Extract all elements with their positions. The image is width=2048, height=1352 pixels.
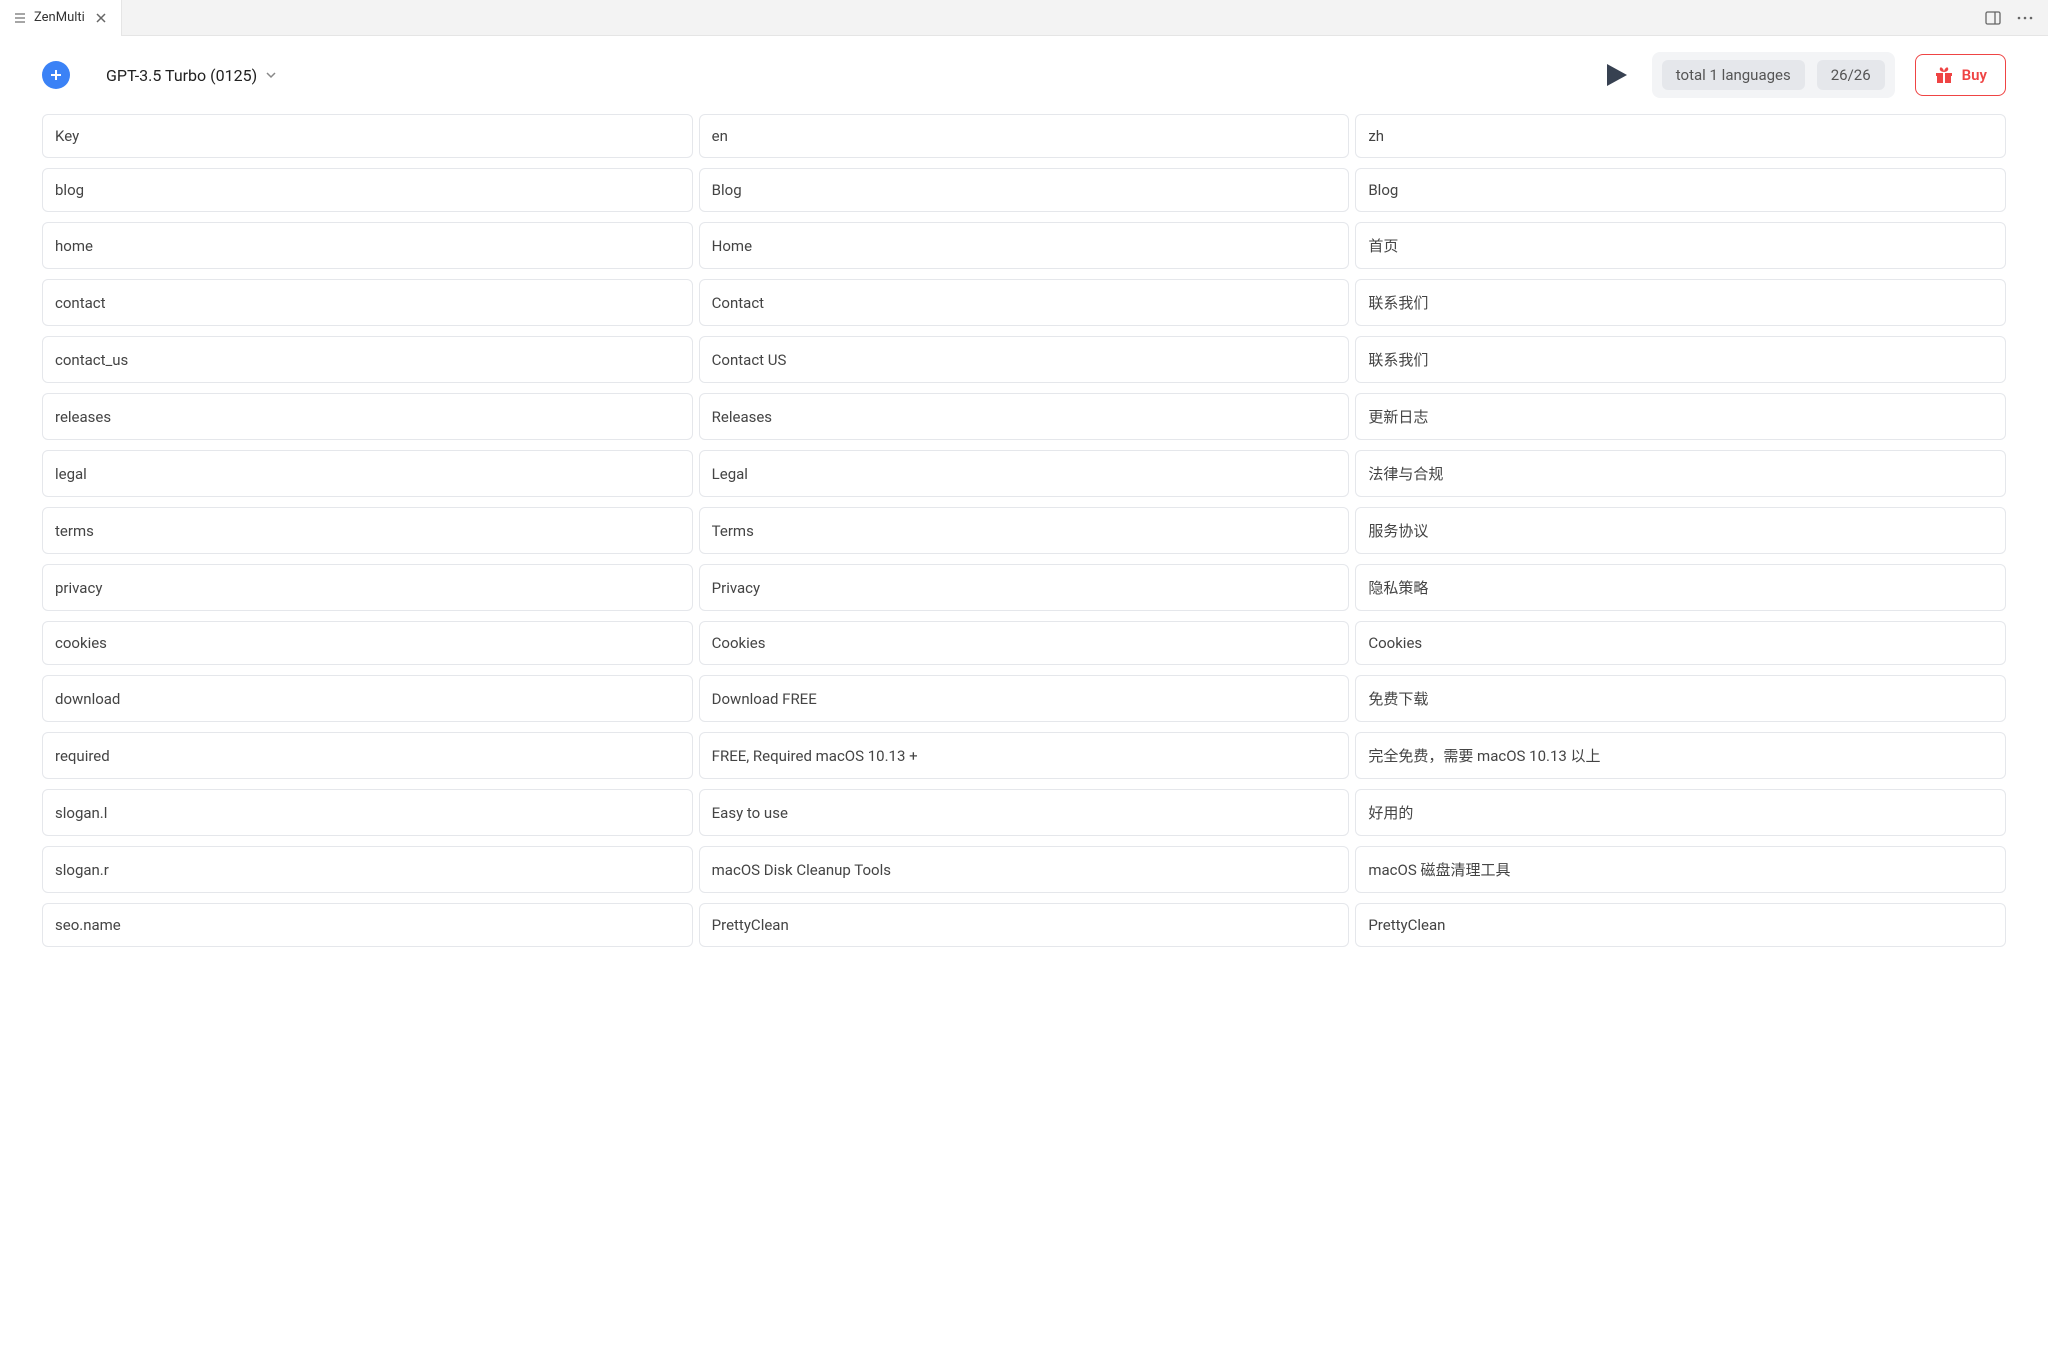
toolbar: GPT-3.5 Turbo (0125) total 1 languages 2… — [0, 36, 2048, 114]
translation-cell[interactable]: Privacy — [699, 564, 1350, 611]
column-header[interactable]: en — [699, 114, 1350, 158]
translation-cell[interactable]: 隐私策略 — [1355, 564, 2006, 611]
key-cell[interactable]: contact_us — [42, 336, 693, 383]
key-cell[interactable]: download — [42, 675, 693, 722]
close-icon[interactable] — [93, 10, 109, 26]
translation-cell[interactable]: 免费下载 — [1355, 675, 2006, 722]
add-button[interactable] — [42, 61, 70, 89]
model-selector[interactable]: GPT-3.5 Turbo (0125) — [106, 66, 279, 85]
key-cell[interactable]: releases — [42, 393, 693, 440]
translation-cell[interactable]: FREE, Required macOS 10.13 + — [699, 732, 1350, 779]
more-icon[interactable] — [2016, 9, 2034, 27]
key-cell[interactable]: slogan.l — [42, 789, 693, 836]
translation-cell[interactable]: Home — [699, 222, 1350, 269]
translation-cell[interactable]: Blog — [699, 168, 1350, 212]
translation-cell[interactable]: macOS Disk Cleanup Tools — [699, 846, 1350, 893]
translation-grid: KeyenzhblogBlogBloghomeHome首页contactCont… — [42, 114, 2006, 947]
chevron-down-icon — [265, 68, 279, 82]
translation-cell[interactable]: Legal — [699, 450, 1350, 497]
translation-cell[interactable]: 更新日志 — [1355, 393, 2006, 440]
languages-pill: total 1 languages — [1662, 60, 1805, 90]
translation-cell[interactable]: 联系我们 — [1355, 279, 2006, 326]
title-bar: ZenMulti — [0, 0, 2048, 36]
translation-cell[interactable]: Blog — [1355, 168, 2006, 212]
title-bar-actions — [1984, 9, 2048, 27]
translation-cell[interactable]: Cookies — [699, 621, 1350, 665]
key-cell[interactable]: required — [42, 732, 693, 779]
gift-icon — [1934, 65, 1954, 85]
translation-cell[interactable]: 首页 — [1355, 222, 2006, 269]
toolbar-right: total 1 languages 26/26 Buy — [1602, 52, 2006, 98]
translation-cell[interactable]: Releases — [699, 393, 1350, 440]
tab-title: ZenMulti — [34, 10, 85, 25]
key-cell[interactable]: privacy — [42, 564, 693, 611]
content-area: KeyenzhblogBlogBloghomeHome首页contactCont… — [0, 114, 2048, 947]
column-header[interactable]: zh — [1355, 114, 2006, 158]
key-cell[interactable]: slogan.r — [42, 846, 693, 893]
panel-icon[interactable] — [1984, 9, 2002, 27]
translation-cell[interactable]: 好用的 — [1355, 789, 2006, 836]
translation-cell[interactable]: Contact US — [699, 336, 1350, 383]
translation-cell[interactable]: 联系我们 — [1355, 336, 2006, 383]
progress-pill: 26/26 — [1817, 60, 1885, 90]
key-cell[interactable]: legal — [42, 450, 693, 497]
key-cell[interactable]: blog — [42, 168, 693, 212]
buy-button[interactable]: Buy — [1915, 54, 2006, 96]
translation-cell[interactable]: macOS 磁盘清理工具 — [1355, 846, 2006, 893]
key-cell[interactable]: terms — [42, 507, 693, 554]
column-header[interactable]: Key — [42, 114, 693, 158]
translation-cell[interactable]: Download FREE — [699, 675, 1350, 722]
key-cell[interactable]: seo.name — [42, 903, 693, 947]
translation-cell[interactable]: Terms — [699, 507, 1350, 554]
translation-cell[interactable]: 完全免费，需要 macOS 10.13 以上 — [1355, 732, 2006, 779]
translation-cell[interactable]: PrettyClean — [699, 903, 1350, 947]
translation-cell[interactable]: Easy to use — [699, 789, 1350, 836]
key-cell[interactable]: cookies — [42, 621, 693, 665]
translation-cell[interactable]: Contact — [699, 279, 1350, 326]
buy-label: Buy — [1962, 66, 1987, 84]
key-cell[interactable]: contact — [42, 279, 693, 326]
menu-icon — [14, 12, 26, 24]
model-label: GPT-3.5 Turbo (0125) — [106, 66, 257, 85]
translation-cell[interactable]: PrettyClean — [1355, 903, 2006, 947]
browser-tab[interactable]: ZenMulti — [0, 0, 122, 36]
translation-cell[interactable]: Cookies — [1355, 621, 2006, 665]
translation-cell[interactable]: 法律与合规 — [1355, 450, 2006, 497]
play-button[interactable] — [1602, 60, 1632, 90]
translation-cell[interactable]: 服务协议 — [1355, 507, 2006, 554]
status-pills: total 1 languages 26/26 — [1652, 52, 1895, 98]
key-cell[interactable]: home — [42, 222, 693, 269]
